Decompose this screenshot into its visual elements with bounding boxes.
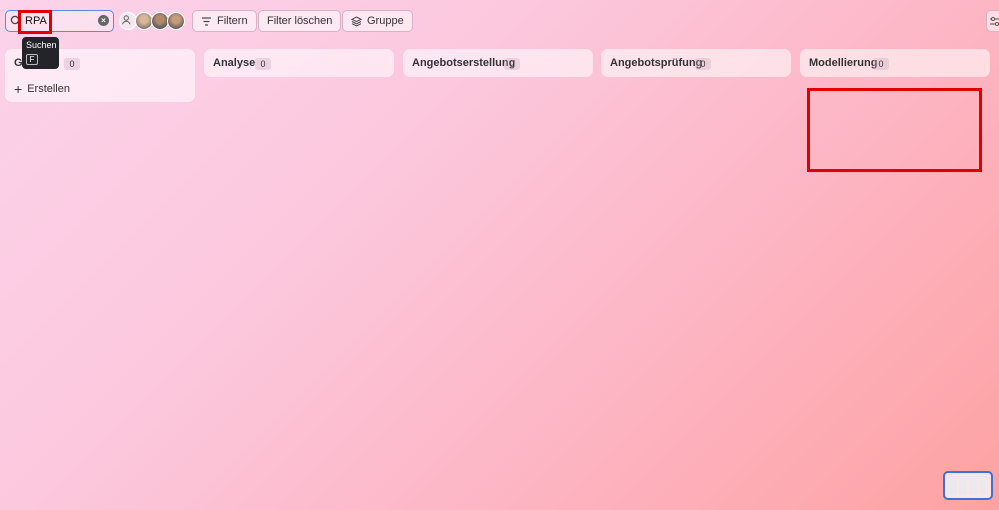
avatar[interactable] xyxy=(167,12,185,30)
tooltip-shortcut-key: F xyxy=(26,54,38,65)
layers-icon xyxy=(351,15,362,27)
board-column[interactable]: Modellierung 0 xyxy=(800,49,990,77)
column-count-badge: 0 xyxy=(504,58,520,70)
create-card-label: Erstellen xyxy=(27,83,70,95)
group-button[interactable]: Gruppe xyxy=(342,10,413,32)
board-column[interactable]: Analyse 0 xyxy=(204,49,394,77)
column-count-badge: 0 xyxy=(695,58,711,70)
sliders-icon xyxy=(990,17,999,26)
group-button-label: Gruppe xyxy=(367,15,404,27)
minimap-column xyxy=(948,476,957,495)
clear-filter-label: Filter löschen xyxy=(267,15,333,27)
column-count-badge: 0 xyxy=(64,58,80,70)
search-tooltip: Suchen F xyxy=(22,37,59,69)
view-settings-button[interactable] xyxy=(986,10,999,32)
search-input[interactable] xyxy=(21,13,53,29)
clear-search-icon[interactable]: × xyxy=(98,15,109,26)
filter-button[interactable]: Filtern xyxy=(192,10,257,32)
minimap-column xyxy=(969,476,978,495)
highlight-box xyxy=(807,88,982,172)
assignee-avatars xyxy=(119,12,189,30)
tooltip-label: Suchen xyxy=(26,40,57,50)
column-title: Angebotserstellung xyxy=(412,57,516,69)
minimap-column xyxy=(958,476,967,495)
column-title: Analyse xyxy=(213,57,256,69)
board-minimap[interactable] xyxy=(943,471,993,500)
board-column[interactable]: Angebotsprüfung 0 xyxy=(601,49,791,77)
column-count-badge: 0 xyxy=(873,58,889,70)
column-title: Modellierung xyxy=(809,57,878,69)
filter-button-label: Filtern xyxy=(217,15,248,27)
clear-filter-button[interactable]: Filter löschen xyxy=(258,10,342,32)
column-count-badge: 0 xyxy=(255,58,271,70)
board-column[interactable]: Angebotserstellung 0 xyxy=(403,49,593,77)
create-card-button[interactable]: + Erstellen xyxy=(14,80,70,97)
column-title: Angebotsprüfung xyxy=(610,57,703,69)
search-field[interactable]: × xyxy=(5,10,114,32)
plus-icon: + xyxy=(14,80,23,97)
minimap-column xyxy=(979,476,988,495)
filter-icon xyxy=(202,16,211,26)
